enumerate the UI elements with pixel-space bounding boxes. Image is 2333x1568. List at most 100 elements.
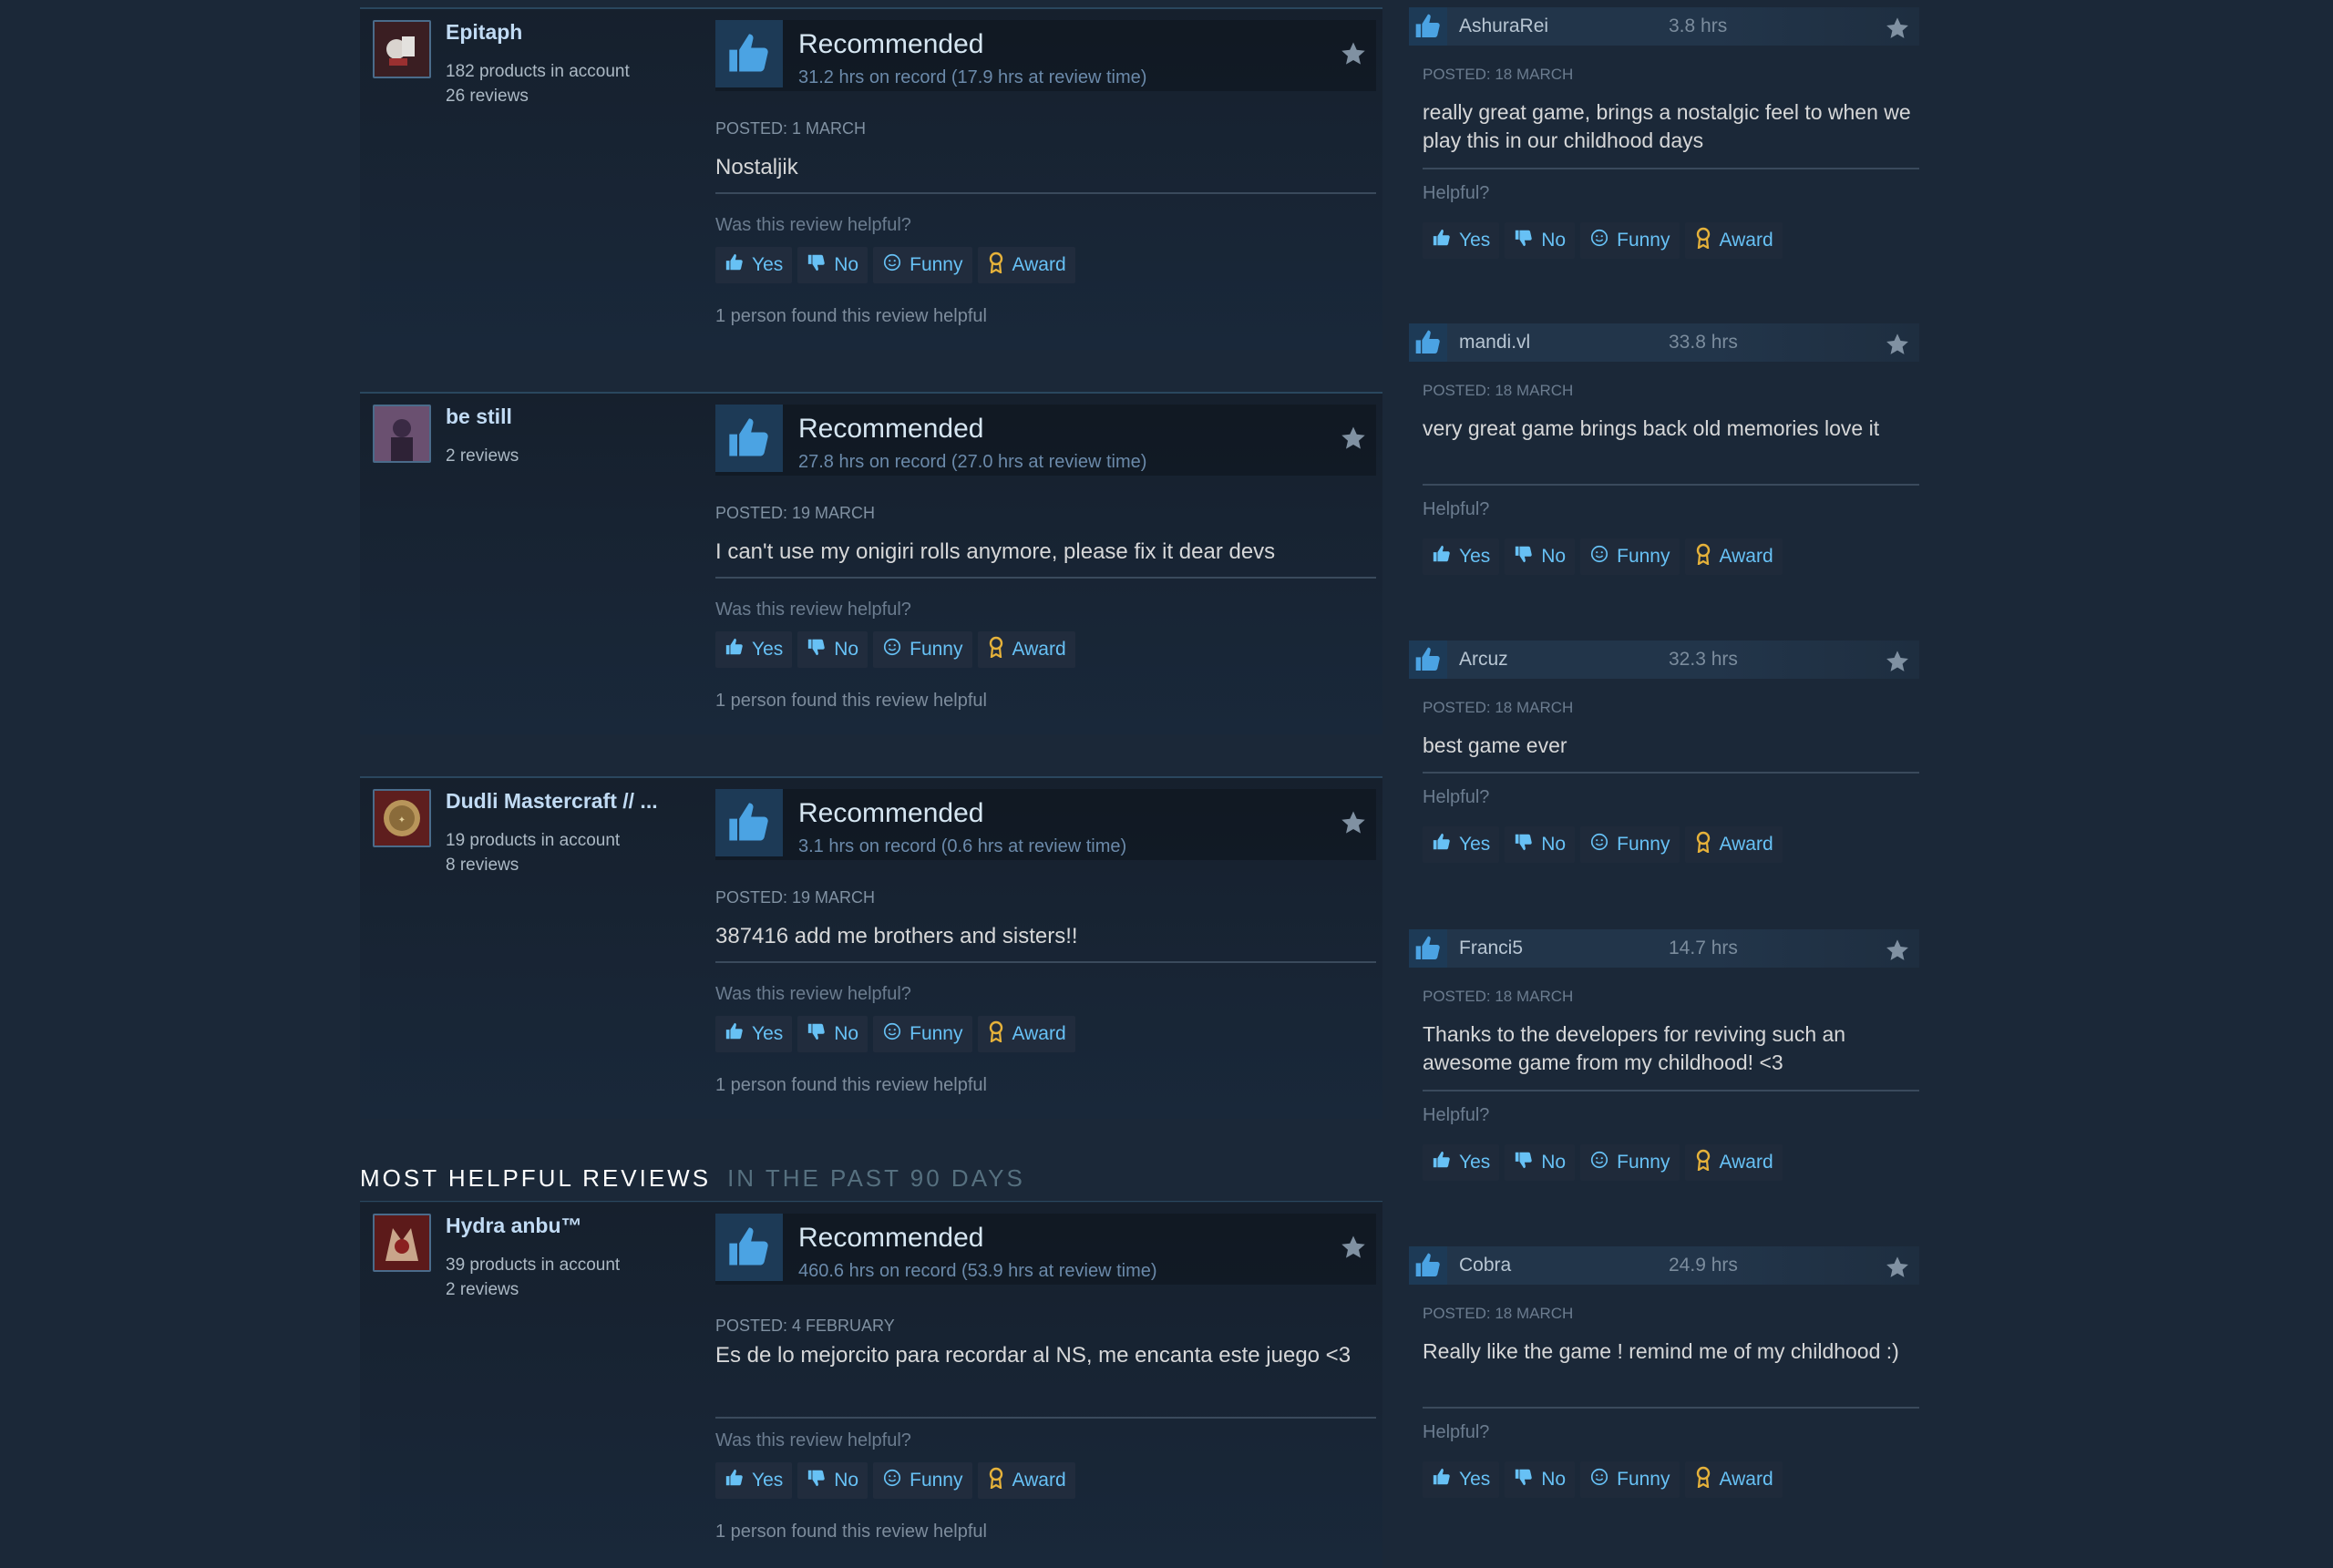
award-button[interactable]: Award bbox=[977, 631, 1075, 668]
award-button[interactable]: Award bbox=[977, 1016, 1075, 1052]
helpful-count: 1 person found this review helpful bbox=[715, 306, 987, 326]
no-label: No bbox=[834, 254, 859, 275]
thumbs-up-icon bbox=[1432, 228, 1452, 253]
star-icon[interactable] bbox=[1340, 40, 1367, 72]
divider bbox=[1423, 772, 1919, 774]
funny-label: Funny bbox=[1617, 834, 1670, 855]
funny-button[interactable]: Funny bbox=[873, 1016, 972, 1052]
review-text: I can't use my onigiri rolls anymore, pl… bbox=[715, 539, 1276, 564]
recommended-label: Recommended bbox=[798, 29, 984, 59]
no-button[interactable]: No bbox=[1505, 538, 1576, 575]
yes-button[interactable]: Yes bbox=[715, 631, 793, 668]
vote-header[interactable]: Recommended 31.2 hrs on record (17.9 hrs… bbox=[715, 20, 1376, 91]
author-products[interactable]: 182 products in account bbox=[446, 62, 630, 82]
thumbs-down-icon bbox=[1514, 544, 1534, 569]
star-icon[interactable] bbox=[1340, 809, 1367, 841]
thumbs-up-icon bbox=[725, 637, 745, 662]
yes-button[interactable]: Yes bbox=[715, 247, 793, 283]
award-button[interactable]: Award bbox=[977, 247, 1075, 283]
yes-button[interactable]: Yes bbox=[715, 1016, 793, 1052]
no-button[interactable]: No bbox=[797, 1016, 868, 1052]
divider bbox=[1423, 168, 1919, 169]
funny-button[interactable]: Funny bbox=[1580, 826, 1680, 863]
award-button[interactable]: Award bbox=[1684, 538, 1783, 575]
vote-header[interactable]: Recommended 3.1 hrs on record (0.6 hrs a… bbox=[715, 789, 1376, 860]
award-label: Award bbox=[1719, 1469, 1773, 1490]
star-icon[interactable] bbox=[1885, 1255, 1910, 1285]
award-button[interactable]: Award bbox=[1684, 826, 1783, 863]
yes-button[interactable]: Yes bbox=[1423, 1144, 1500, 1181]
author-review-count[interactable]: 8 reviews bbox=[446, 856, 519, 876]
recent-review-header[interactable]: Cobra 24.9 hrs bbox=[1409, 1246, 1919, 1285]
funny-button[interactable]: Funny bbox=[873, 247, 972, 283]
yes-button[interactable]: Yes bbox=[715, 1462, 793, 1499]
recent-review-header[interactable]: AshuraRei 3.8 hrs bbox=[1409, 7, 1919, 46]
avatar[interactable]: ✦ bbox=[373, 789, 431, 847]
recent-hours: 32.3 hrs bbox=[1669, 649, 1738, 670]
no-button[interactable]: No bbox=[1505, 826, 1576, 863]
no-label: No bbox=[1541, 1152, 1567, 1173]
divider bbox=[715, 1417, 1376, 1419]
author-name[interactable]: Dudli Mastercraft // ... bbox=[446, 789, 683, 814]
avatar[interactable] bbox=[373, 405, 431, 463]
no-label: No bbox=[834, 1470, 859, 1491]
section-heading: MOST HELPFUL REVIEWS IN THE PAST 90 DAYS bbox=[360, 1164, 1025, 1193]
yes-button[interactable]: Yes bbox=[1423, 538, 1500, 575]
star-icon[interactable] bbox=[1885, 938, 1910, 968]
award-button[interactable]: Award bbox=[1684, 222, 1783, 259]
recent-author-name[interactable]: mandi.vl bbox=[1459, 332, 1530, 354]
no-button[interactable]: No bbox=[797, 1462, 868, 1499]
thumbs-up-icon bbox=[1409, 1246, 1447, 1285]
star-icon[interactable] bbox=[1885, 332, 1910, 362]
funny-button[interactable]: Funny bbox=[873, 1462, 972, 1499]
funny-button[interactable]: Funny bbox=[1580, 222, 1680, 259]
vote-header[interactable]: Recommended 460.6 hrs on record (53.9 hr… bbox=[715, 1214, 1376, 1285]
recent-review-header[interactable]: mandi.vl 33.8 hrs bbox=[1409, 323, 1919, 362]
star-icon[interactable] bbox=[1885, 649, 1910, 679]
avatar[interactable] bbox=[373, 20, 431, 78]
thumbs-up-icon bbox=[715, 20, 783, 87]
no-button[interactable]: No bbox=[1505, 222, 1576, 259]
star-icon[interactable] bbox=[1885, 15, 1910, 46]
recent-author-name[interactable]: AshuraRei bbox=[1459, 15, 1548, 37]
section-subtitle: IN THE PAST 90 DAYS bbox=[727, 1164, 1025, 1192]
star-icon[interactable] bbox=[1340, 425, 1367, 456]
award-button[interactable]: Award bbox=[977, 1462, 1075, 1499]
no-button[interactable]: No bbox=[797, 631, 868, 668]
review-card: be still 2 reviews Recommended 27.8 hrs … bbox=[360, 392, 1382, 734]
author-review-count[interactable]: 2 reviews bbox=[446, 446, 519, 466]
thumbs-up-icon bbox=[725, 1468, 745, 1493]
section-title: MOST HELPFUL REVIEWS bbox=[360, 1164, 712, 1192]
author-review-count[interactable]: 26 reviews bbox=[446, 87, 529, 107]
author-name[interactable]: Epitaph bbox=[446, 20, 683, 45]
author-review-count[interactable]: 2 reviews bbox=[446, 1280, 519, 1300]
no-button[interactable]: No bbox=[1505, 1144, 1576, 1181]
helpful-count: 1 person found this review helpful bbox=[715, 691, 987, 711]
no-button[interactable]: No bbox=[1505, 1461, 1576, 1498]
author-name[interactable]: be still bbox=[446, 405, 683, 429]
recent-review-header[interactable]: Franci5 14.7 hrs bbox=[1409, 929, 1919, 968]
author-products[interactable]: 19 products in account bbox=[446, 831, 620, 851]
funny-button[interactable]: Funny bbox=[1580, 1144, 1680, 1181]
vote-header[interactable]: Recommended 27.8 hrs on record (27.0 hrs… bbox=[715, 405, 1376, 476]
recent-author-name[interactable]: Franci5 bbox=[1459, 938, 1523, 959]
author-name[interactable]: Hydra anbu™ bbox=[446, 1214, 683, 1238]
recent-review-header[interactable]: Arcuz 32.3 hrs bbox=[1409, 641, 1919, 679]
yes-button[interactable]: Yes bbox=[1423, 826, 1500, 863]
funny-label: Funny bbox=[1617, 1152, 1670, 1173]
recent-author-name[interactable]: Arcuz bbox=[1459, 649, 1508, 671]
yes-button[interactable]: Yes bbox=[1423, 222, 1500, 259]
vote-buttons: Yes No Funny Award bbox=[1423, 1144, 1783, 1181]
author-products[interactable]: 39 products in account bbox=[446, 1255, 620, 1276]
award-button[interactable]: Award bbox=[1684, 1461, 1783, 1498]
funny-button[interactable]: Funny bbox=[873, 631, 972, 668]
funny-button[interactable]: Funny bbox=[1580, 538, 1680, 575]
yes-button[interactable]: Yes bbox=[1423, 1461, 1500, 1498]
award-button[interactable]: Award bbox=[1684, 1144, 1783, 1181]
no-button[interactable]: No bbox=[797, 247, 868, 283]
funny-label: Funny bbox=[910, 1023, 963, 1044]
avatar[interactable] bbox=[373, 1214, 431, 1272]
recent-author-name[interactable]: Cobra bbox=[1459, 1255, 1511, 1276]
funny-button[interactable]: Funny bbox=[1580, 1461, 1680, 1498]
star-icon[interactable] bbox=[1340, 1234, 1367, 1266]
